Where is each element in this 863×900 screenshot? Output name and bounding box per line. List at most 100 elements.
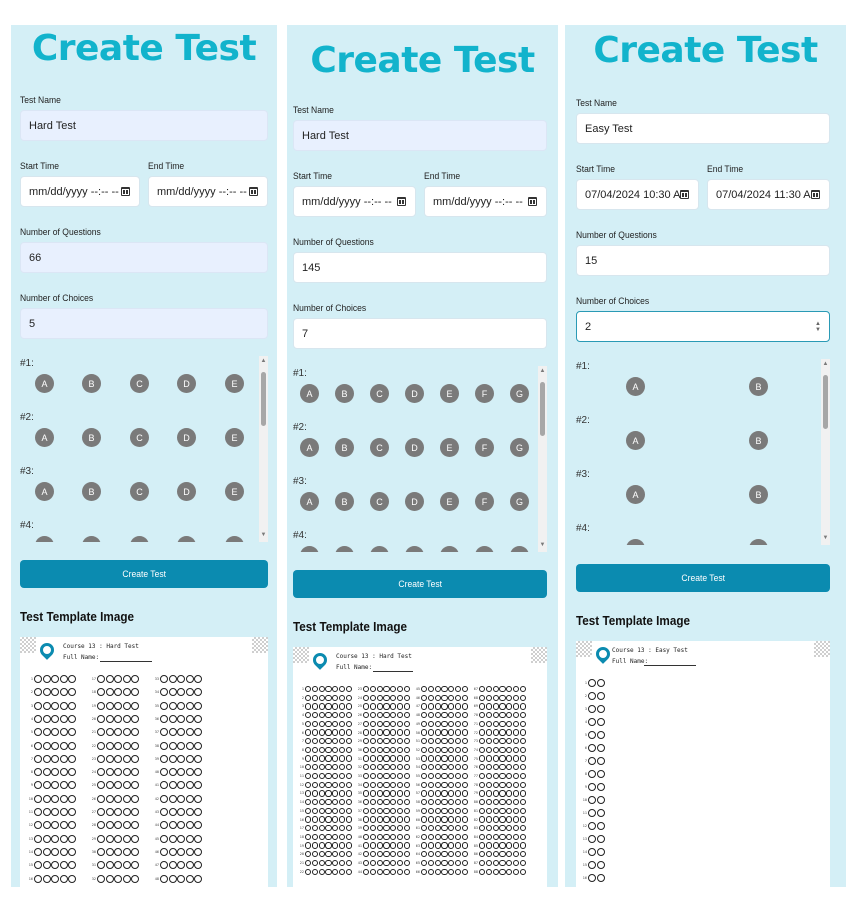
question-list-scrollbar[interactable]: ▲ ▼ bbox=[259, 356, 268, 542]
choice-bubble[interactable]: A bbox=[35, 374, 54, 393]
create-test-button[interactable]: Create Test bbox=[293, 570, 547, 598]
choice-bubble[interactable]: B bbox=[749, 377, 768, 396]
scroll-up-icon[interactable]: ▲ bbox=[259, 358, 268, 365]
question-list-scrollbar[interactable]: ▲ ▼ bbox=[821, 359, 830, 545]
choice-bubble[interactable]: E bbox=[225, 482, 244, 501]
start-time-input[interactable]: mm/dd/yyyy --:-- -- bbox=[20, 176, 140, 207]
sheet-bubble bbox=[105, 861, 114, 870]
choice-bubble[interactable] bbox=[300, 546, 319, 552]
choice-bubble[interactable]: A bbox=[300, 384, 319, 403]
sheet-bubble bbox=[122, 847, 131, 856]
choice-bubble[interactable]: A bbox=[626, 485, 645, 504]
choice-bubble[interactable]: B bbox=[335, 492, 354, 511]
scrollbar-thumb[interactable] bbox=[823, 375, 828, 429]
choice-bubble[interactable] bbox=[225, 536, 244, 542]
num-choices-input[interactable]: 2 ▲ ▼ bbox=[576, 311, 830, 342]
choice-bubble[interactable]: A bbox=[300, 438, 319, 457]
num-questions-input[interactable]: 66 bbox=[20, 242, 268, 273]
choice-bubble[interactable]: F bbox=[475, 438, 494, 457]
choice-bubble[interactable]: E bbox=[440, 384, 459, 403]
choice-bubble[interactable]: F bbox=[475, 384, 494, 403]
scroll-up-icon[interactable]: ▲ bbox=[538, 368, 547, 375]
spinner-icon[interactable]: ▲ ▼ bbox=[815, 321, 821, 333]
choice-bubble[interactable]: B bbox=[82, 482, 101, 501]
scroll-down-icon[interactable]: ▼ bbox=[538, 542, 547, 549]
start-time-input[interactable]: 07/04/2024 10:30 AM bbox=[576, 179, 699, 210]
choice-bubble[interactable]: C bbox=[130, 428, 149, 447]
choice-bubble[interactable]: A bbox=[35, 482, 54, 501]
num-choices-input[interactable]: 7 bbox=[293, 318, 547, 349]
choice-bubble[interactable]: E bbox=[440, 438, 459, 457]
start-time-input[interactable]: mm/dd/yyyy --:-- -- bbox=[293, 186, 416, 217]
end-time-input[interactable]: mm/dd/yyyy --:-- -- bbox=[424, 186, 547, 217]
scroll-up-icon[interactable]: ▲ bbox=[821, 361, 830, 368]
end-time-input[interactable]: mm/dd/yyyy --:-- -- bbox=[148, 176, 268, 207]
scroll-down-icon[interactable]: ▼ bbox=[821, 535, 830, 542]
question-list[interactable]: #1: A B #2: A B #3: A B #4: ▲ ▼ bbox=[576, 359, 830, 545]
choice-bubble[interactable] bbox=[440, 546, 459, 552]
num-questions-input[interactable]: 145 bbox=[293, 252, 547, 283]
choice-bubble[interactable]: D bbox=[177, 428, 196, 447]
choice-bubble[interactable] bbox=[475, 546, 494, 552]
choice-bubble[interactable]: G bbox=[510, 384, 529, 403]
calendar-icon[interactable] bbox=[121, 187, 130, 196]
choice-bubble[interactable]: D bbox=[405, 438, 424, 457]
create-test-button[interactable]: Create Test bbox=[576, 564, 830, 592]
sheet-bubble bbox=[194, 808, 202, 816]
test-name-input[interactable]: Hard Test bbox=[293, 120, 547, 151]
calendar-icon[interactable] bbox=[249, 187, 258, 196]
scroll-down-icon[interactable]: ▼ bbox=[259, 532, 268, 539]
scrollbar-thumb[interactable] bbox=[261, 372, 266, 426]
choice-bubble[interactable]: D bbox=[405, 492, 424, 511]
choice-bubble[interactable]: C bbox=[130, 374, 149, 393]
choice-bubble[interactable]: F bbox=[475, 492, 494, 511]
choice-bubble[interactable]: B bbox=[749, 431, 768, 450]
choice-bubble[interactable]: A bbox=[300, 492, 319, 511]
choice-bubble[interactable] bbox=[82, 536, 101, 542]
test-name-input[interactable]: Hard Test bbox=[20, 110, 268, 141]
choice-bubble[interactable]: B bbox=[335, 438, 354, 457]
scrollbar-thumb[interactable] bbox=[540, 382, 545, 436]
choice-bubble[interactable]: E bbox=[225, 374, 244, 393]
choice-bubble[interactable] bbox=[130, 536, 149, 542]
choice-bubble[interactable]: G bbox=[510, 438, 529, 457]
choice-bubble[interactable]: G bbox=[510, 492, 529, 511]
num-choices-input[interactable]: 5 bbox=[20, 308, 268, 339]
test-name-input[interactable]: Easy Test bbox=[576, 113, 830, 144]
choice-bubble[interactable]: B bbox=[749, 485, 768, 504]
choice-bubble[interactable]: E bbox=[440, 492, 459, 511]
choice-bubble[interactable]: C bbox=[370, 438, 389, 457]
choice-bubble[interactable] bbox=[626, 539, 645, 545]
calendar-icon[interactable] bbox=[397, 197, 406, 206]
choice-bubble[interactable]: C bbox=[370, 492, 389, 511]
choice-bubble[interactable]: D bbox=[177, 374, 196, 393]
sheet-bubble bbox=[441, 868, 448, 875]
choice-bubble[interactable]: A bbox=[626, 431, 645, 450]
choice-bubble[interactable]: B bbox=[82, 428, 101, 447]
choice-bubble[interactable]: D bbox=[177, 482, 196, 501]
choice-bubble[interactable] bbox=[510, 546, 529, 552]
choice-bubble[interactable] bbox=[177, 536, 196, 542]
choice-bubble[interactable] bbox=[749, 539, 768, 545]
end-time-input[interactable]: 07/04/2024 11:30 AM bbox=[707, 179, 830, 210]
num-questions-input[interactable]: 15 bbox=[576, 245, 830, 276]
create-test-button[interactable]: Create Test bbox=[20, 560, 268, 588]
calendar-icon[interactable] bbox=[811, 190, 820, 199]
question-list-scrollbar[interactable]: ▲ ▼ bbox=[538, 366, 547, 552]
choice-bubble[interactable] bbox=[370, 546, 389, 552]
choice-bubble[interactable]: E bbox=[225, 428, 244, 447]
calendar-icon[interactable] bbox=[528, 197, 537, 206]
choice-bubble[interactable] bbox=[35, 536, 54, 542]
choice-bubble[interactable] bbox=[405, 546, 424, 552]
choice-bubble[interactable]: C bbox=[130, 482, 149, 501]
choice-bubble[interactable]: B bbox=[82, 374, 101, 393]
choice-bubble[interactable]: A bbox=[626, 377, 645, 396]
question-list[interactable]: #1: A B C D E F G #2: A B C D E F G #3: … bbox=[293, 366, 547, 552]
choice-bubble[interactable] bbox=[335, 546, 354, 552]
choice-bubble[interactable]: C bbox=[370, 384, 389, 403]
choice-bubble[interactable]: A bbox=[35, 428, 54, 447]
choice-bubble[interactable]: D bbox=[405, 384, 424, 403]
calendar-icon[interactable] bbox=[680, 190, 689, 199]
question-list[interactable]: #1: A B C D E #2: A B C D E #3: A B C D … bbox=[20, 356, 268, 542]
choice-bubble[interactable]: B bbox=[335, 384, 354, 403]
